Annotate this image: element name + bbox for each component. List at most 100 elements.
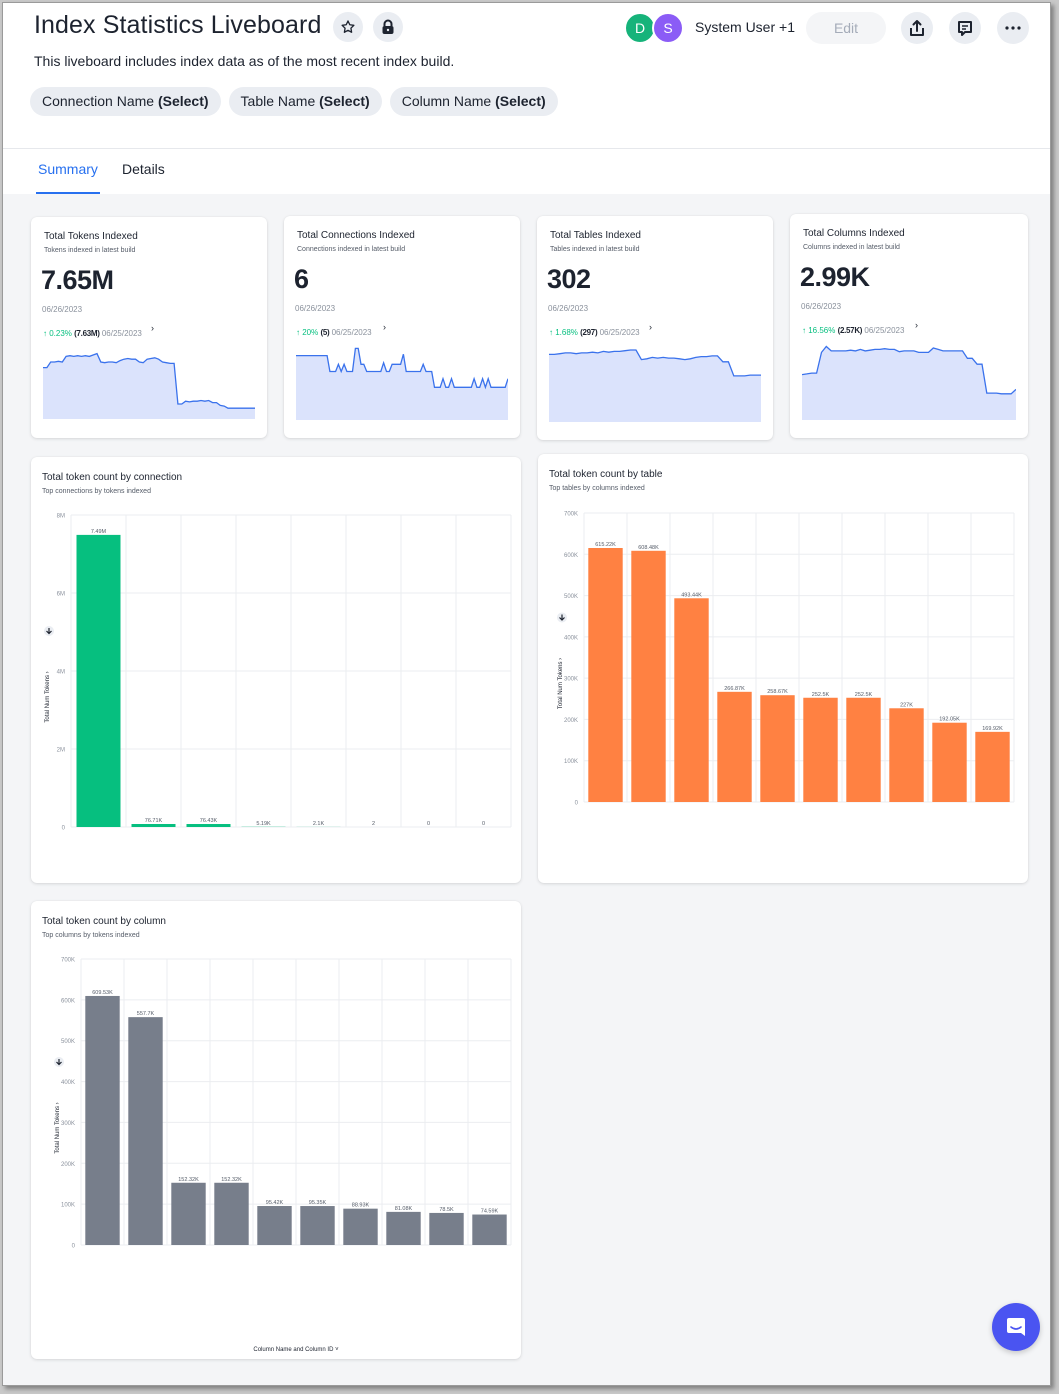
kpi-sparkline bbox=[802, 345, 1016, 420]
bar[interactable] bbox=[343, 1208, 378, 1245]
y-tick-label: 300K bbox=[564, 677, 578, 683]
kpi-value: 7.65M bbox=[41, 265, 114, 295]
data-label: 493.44K bbox=[681, 592, 702, 598]
filter-column-name[interactable]: Column Name (Select) bbox=[389, 87, 558, 116]
data-label: 169.92K bbox=[982, 726, 1003, 732]
chart-card-by-table[interactable]: Total token count by table Top tables by… bbox=[538, 454, 1028, 883]
bar[interactable] bbox=[131, 824, 176, 827]
bar[interactable] bbox=[214, 1182, 249, 1245]
avatar: S bbox=[652, 12, 684, 44]
kpi-card-tokens[interactable]: Total Tokens Indexed Tokens indexed in l… bbox=[31, 217, 267, 438]
liveboard-description: This liveboard includes index data as of… bbox=[34, 53, 455, 69]
bar[interactable] bbox=[128, 1017, 163, 1245]
kpi-card-connections[interactable]: Total Connections Indexed Connections in… bbox=[284, 216, 520, 438]
chart-card-by-connection[interactable]: Total token count by connection Top conn… bbox=[31, 457, 521, 883]
filter-connection-name[interactable]: Connection Name (Select) bbox=[30, 87, 221, 116]
more-options-button[interactable] bbox=[997, 12, 1029, 44]
bar[interactable] bbox=[300, 1206, 335, 1245]
chevron-right-icon[interactable]: › bbox=[151, 323, 154, 333]
y-axis-label[interactable]: Total Num Tokens › bbox=[45, 671, 51, 722]
kpi-subtitle: Tables indexed in latest build bbox=[550, 246, 640, 253]
sparkline-area bbox=[549, 350, 761, 422]
y-tick-label: 100K bbox=[564, 759, 578, 765]
bar[interactable] bbox=[588, 548, 623, 802]
kpi-value: 302 bbox=[547, 264, 591, 294]
tab-summary[interactable]: Summary bbox=[38, 161, 98, 177]
filter-table-name[interactable]: Table Name (Select) bbox=[228, 87, 382, 116]
kpi-card-columns[interactable]: Total Columns Indexed Columns indexed in… bbox=[790, 214, 1028, 438]
bar[interactable] bbox=[429, 1212, 464, 1245]
y-tick-label: 600K bbox=[564, 553, 578, 559]
data-label: 76.43K bbox=[200, 818, 218, 824]
chevron-right-icon[interactable]: › bbox=[649, 322, 652, 332]
bar[interactable] bbox=[803, 697, 838, 802]
lock-button[interactable] bbox=[373, 12, 403, 42]
bar[interactable] bbox=[760, 695, 795, 802]
bar[interactable] bbox=[386, 1211, 421, 1245]
bar[interactable] bbox=[717, 691, 752, 802]
bar-chart-by-connection: 0 2M 4M 6M 8M 7.49M 76.71K 76.43K 5.19K 2.1K 2 0 0 To… bbox=[44, 514, 512, 832]
y-tick-label: 2M bbox=[57, 748, 65, 754]
app-window: Index Statistics Liveboard This liveboar… bbox=[2, 2, 1051, 1386]
chat-support-button[interactable] bbox=[992, 1303, 1040, 1351]
chart-card-by-column[interactable]: Total token count by column Top columns … bbox=[31, 901, 521, 1359]
tab-details[interactable]: Details bbox=[122, 161, 165, 177]
kpi-date: 06/26/2023 bbox=[42, 305, 83, 314]
data-label: 2.1K bbox=[313, 821, 325, 827]
kpi-value: 6 bbox=[294, 264, 309, 294]
bar[interactable] bbox=[76, 534, 121, 827]
tab-bar: Summary Details bbox=[3, 148, 1050, 194]
x-axis-label[interactable]: Column Name and Column ID ˅ bbox=[253, 1347, 339, 1353]
comment-button[interactable] bbox=[949, 12, 981, 44]
y-axis-label[interactable]: Total Num Tokens › bbox=[558, 658, 564, 709]
y-axis-label[interactable]: Total Num Tokens › bbox=[55, 1102, 61, 1153]
chevron-right-icon[interactable]: › bbox=[915, 320, 918, 330]
kpi-card-tables[interactable]: Total Tables Indexed Tables indexed in l… bbox=[537, 216, 773, 440]
y-tick-label: 300K bbox=[61, 1121, 75, 1127]
chat-icon bbox=[1007, 1318, 1025, 1336]
kpi-subtitle: Columns indexed in latest build bbox=[803, 244, 900, 251]
collaborator-avatars[interactable]: D S bbox=[624, 12, 688, 44]
data-label: 192.05K bbox=[939, 717, 960, 723]
sort-icon[interactable] bbox=[54, 1057, 64, 1067]
more-icon bbox=[1005, 26, 1021, 30]
sort-icon[interactable] bbox=[557, 612, 567, 623]
kpi-value: 2.99K bbox=[800, 262, 870, 292]
bar[interactable] bbox=[257, 1206, 292, 1245]
bar[interactable] bbox=[186, 824, 231, 827]
bar[interactable] bbox=[85, 995, 120, 1245]
sort-icon[interactable] bbox=[44, 626, 54, 636]
kpi-date: 06/26/2023 bbox=[548, 304, 589, 313]
kpi-change: ↑ 20% (5) 06/25/2023 bbox=[296, 328, 372, 337]
page-title: Index Statistics Liveboard bbox=[34, 11, 322, 39]
bar[interactable] bbox=[846, 697, 881, 802]
users-label[interactable]: System User +1 bbox=[695, 19, 795, 35]
data-label: 95.35K bbox=[309, 1200, 327, 1206]
kpi-subtitle: Connections indexed in latest build bbox=[297, 246, 406, 253]
favorite-button[interactable] bbox=[333, 12, 363, 42]
data-label: 252.5K bbox=[812, 692, 830, 698]
bar-chart-by-table: 0 100K 200K 300K 400K 500K 600K 700K 615.22K 608.… bbox=[557, 512, 1015, 807]
bar[interactable] bbox=[975, 731, 1010, 802]
chevron-right-icon[interactable]: › bbox=[383, 322, 386, 332]
bar[interactable] bbox=[631, 550, 666, 802]
bar[interactable] bbox=[889, 708, 924, 802]
data-label: 152.32K bbox=[221, 1177, 242, 1183]
y-tick-label: 0 bbox=[575, 801, 579, 807]
data-label: 7.49M bbox=[91, 529, 107, 535]
y-tick-label: 700K bbox=[61, 958, 75, 964]
bar[interactable] bbox=[932, 722, 967, 802]
data-label: 258.67K bbox=[767, 689, 788, 695]
edit-button[interactable]: Edit bbox=[806, 12, 886, 44]
y-tick-label: 200K bbox=[61, 1162, 75, 1168]
bar[interactable] bbox=[171, 1182, 206, 1245]
data-label: 81.08K bbox=[395, 1206, 413, 1212]
y-tick-label: 400K bbox=[564, 635, 578, 641]
sparkline-area bbox=[43, 353, 255, 419]
y-tick-label: 4M bbox=[57, 670, 65, 676]
kpi-date: 06/26/2023 bbox=[295, 304, 336, 313]
bar[interactable] bbox=[472, 1214, 507, 1245]
share-button[interactable] bbox=[901, 12, 933, 44]
bar[interactable] bbox=[674, 598, 709, 802]
kpi-title: Total Tokens Indexed bbox=[44, 231, 138, 242]
